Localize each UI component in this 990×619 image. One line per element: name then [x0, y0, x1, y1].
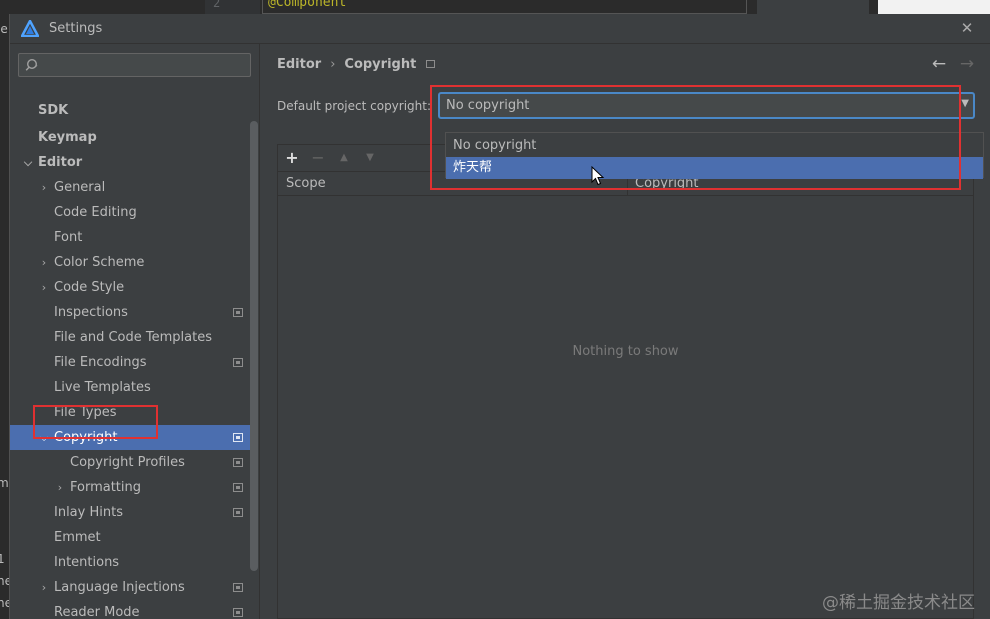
back-arrow-icon[interactable]: ← — [929, 54, 949, 74]
close-icon[interactable]: ✕ — [958, 19, 976, 37]
add-icon[interactable]: + — [282, 148, 302, 168]
sidebar-item-label: Color Scheme — [54, 255, 145, 270]
sidebar-item-reader-mode[interactable]: Reader Mode — [10, 600, 258, 619]
project-scope-icon — [233, 583, 243, 592]
sidebar-item-color-scheme[interactable]: › Color Scheme — [10, 250, 258, 275]
sidebar-item-intentions[interactable]: Intentions — [10, 550, 258, 575]
dropdown-option-selected[interactable]: 炸天帮 — [446, 157, 983, 179]
breadcrumb-current: Copyright — [344, 57, 417, 72]
sidebar-item-live-templates[interactable]: Live Templates — [10, 375, 258, 400]
project-scope-icon — [426, 60, 436, 68]
chevron-right-icon[interactable]: › — [54, 475, 66, 500]
sidebar-item-label: Inspections — [54, 305, 128, 320]
sidebar-item-label: Formatting — [70, 480, 142, 495]
breadcrumb: Editor › Copyright — [277, 57, 436, 72]
sidebar-item-label: Editor — [38, 155, 83, 170]
sidebar-item-font[interactable]: Font — [10, 225, 258, 250]
copyright-dropdown-list: No copyright 炸天帮 — [445, 132, 984, 179]
chevron-down-icon[interactable]: ⌵ — [38, 425, 50, 450]
sidebar-item-copyright[interactable]: ⌵ Copyright — [10, 425, 258, 450]
default-copyright-select[interactable]: No copyright ▼ — [438, 92, 975, 119]
column-header-scope[interactable]: Scope — [286, 176, 326, 191]
sidebar-item-label: General — [54, 180, 106, 195]
sidebar-item-label: SDK — [38, 103, 69, 118]
move-up-icon[interactable]: ▲ — [334, 148, 354, 168]
sidebar-item-copyright-profiles[interactable]: Copyright Profiles — [10, 450, 258, 475]
remove-icon[interactable]: − — [308, 148, 328, 168]
sidebar-item-keymap[interactable]: Keymap — [10, 125, 258, 150]
window-title: Settings — [49, 21, 103, 36]
sidebar-item-label: Copyright Profiles — [70, 455, 185, 470]
forward-arrow-icon[interactable]: → — [957, 54, 977, 74]
background-fragment: m — [0, 476, 9, 490]
sidebar-item-file-and-code-templates[interactable]: File and Code Templates — [10, 325, 258, 350]
move-down-icon[interactable]: ▼ — [360, 148, 380, 168]
default-copyright-label: Default project copyright: — [277, 99, 432, 113]
background-panel-light — [878, 0, 990, 14]
sidebar-item-label: Code Editing — [54, 205, 137, 220]
line-number: 2 — [213, 0, 221, 10]
background-panel — [757, 0, 869, 14]
sidebar-item-label: File Types — [54, 405, 117, 420]
sidebar-item-inspections[interactable]: Inspections — [10, 300, 258, 325]
breadcrumb-parent[interactable]: Editor — [277, 57, 321, 72]
sidebar-item-label: Keymap — [38, 130, 97, 145]
code-annotation-text: @Component — [268, 0, 347, 10]
chevron-right-icon[interactable]: › — [38, 175, 50, 200]
sidebar-item-code-editing[interactable]: Code Editing — [10, 200, 258, 225]
sidebar-item-label: Intentions — [54, 555, 120, 570]
chevron-down-icon[interactable]: ⌵ — [22, 150, 34, 175]
scope-copyright-table: Scope Copyright Nothing to show — [277, 171, 974, 619]
sidebar-item-formatting[interactable]: › Formatting — [10, 475, 258, 500]
project-scope-icon — [233, 608, 243, 617]
search-field[interactable] — [18, 53, 251, 77]
dropdown-option[interactable]: No copyright — [446, 135, 983, 157]
default-copyright-value: No copyright — [446, 98, 530, 113]
app-logo-icon — [21, 20, 39, 37]
sidebar-item-label: Font — [54, 230, 83, 245]
sidebar-item-label: Inlay Hints — [54, 505, 123, 520]
empty-table-message: Nothing to show — [572, 344, 679, 359]
sidebar-item-label: Language Injections — [54, 580, 185, 595]
chevron-right-icon[interactable]: › — [38, 275, 50, 300]
sidebar-item-label: File Encodings — [54, 355, 147, 370]
background-fragment: le — [0, 22, 8, 36]
sidebar-item-file-types[interactable]: File Types — [10, 400, 258, 425]
project-scope-icon — [233, 483, 243, 492]
sidebar-scrollbar[interactable] — [250, 121, 258, 571]
title-bar: Settings ✕ — [10, 14, 990, 44]
sidebar-item-emmet[interactable]: Emmet — [10, 525, 258, 550]
sidebar-item-sdk[interactable]: SDK — [10, 98, 258, 123]
settings-main-panel: Editor › Copyright ← → Default project cop… — [261, 44, 990, 619]
project-scope-icon — [233, 308, 243, 317]
sidebar-item-label: File and Code Templates — [54, 330, 212, 345]
search-icon — [25, 58, 38, 71]
sidebar-item-code-style[interactable]: › Code Style — [10, 275, 258, 300]
sidebar-item-label: Live Templates — [54, 380, 151, 395]
sidebar-item-label: Code Style — [54, 280, 125, 295]
mouse-cursor-icon — [591, 166, 605, 186]
sidebar-item-language-injections[interactable]: › Language Injections — [10, 575, 258, 600]
search-input[interactable] — [45, 56, 245, 74]
project-scope-icon — [233, 433, 243, 442]
background-left-strip: le m 1 : he he — [0, 14, 12, 619]
sidebar-item-label: Emmet — [54, 530, 101, 545]
breadcrumb-separator: › — [330, 57, 336, 72]
project-scope-icon — [233, 358, 243, 367]
chevron-right-icon[interactable]: › — [38, 250, 50, 275]
sidebar-item-inlay-hints[interactable]: Inlay Hints — [10, 500, 258, 525]
settings-sidebar: SDK Keymap ⌵ Editor › General Code Editi… — [10, 44, 260, 619]
dropdown-arrow-icon[interactable]: ▼ — [961, 98, 969, 109]
sidebar-item-editor[interactable]: ⌵ Editor — [10, 150, 258, 175]
watermark: @稀土掘金技术社区 — [822, 593, 975, 613]
chevron-right-icon[interactable]: › — [38, 575, 50, 600]
project-scope-icon — [233, 508, 243, 517]
sidebar-item-label: Copyright — [54, 430, 118, 445]
sidebar-item-general[interactable]: › General — [10, 175, 258, 200]
sidebar-item-label: Reader Mode — [54, 605, 140, 619]
sidebar-item-file-encodings[interactable]: File Encodings — [10, 350, 258, 375]
settings-dialog: Settings ✕ SDK Keymap ⌵ Editor › General… — [9, 14, 990, 619]
project-scope-icon — [233, 458, 243, 467]
